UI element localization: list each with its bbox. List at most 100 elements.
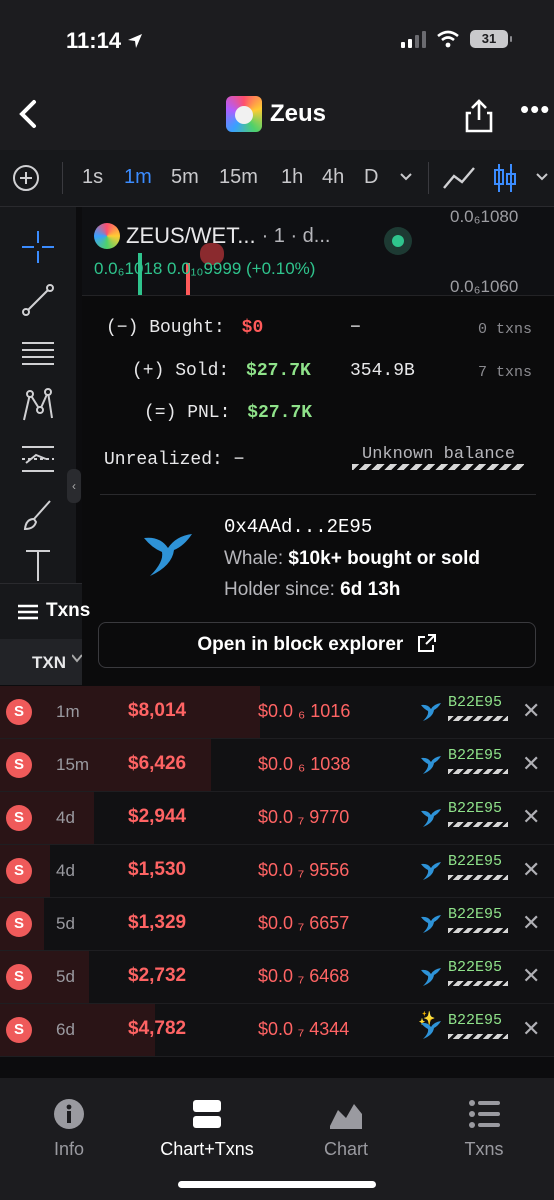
sell-badge: S bbox=[6, 805, 32, 831]
hide-row-button[interactable]: ✕ bbox=[522, 698, 540, 724]
prediction-icon[interactable] bbox=[20, 441, 56, 477]
list-icon bbox=[469, 1100, 500, 1128]
trendline-icon[interactable] bbox=[20, 282, 56, 318]
tx-age: 4d bbox=[56, 861, 75, 880]
line-chart-icon[interactable] bbox=[442, 164, 476, 192]
tx-price: $0.0 ₇ 4344 bbox=[258, 1019, 350, 1039]
area-chart-icon bbox=[330, 1104, 362, 1129]
tx-amount: $4,782 bbox=[128, 1018, 187, 1039]
hatched-underline bbox=[352, 464, 524, 470]
tx-price: $0.0 ₇ 9556 bbox=[258, 860, 350, 880]
hide-row-button[interactable]: ✕ bbox=[522, 910, 540, 936]
hide-row-button[interactable]: ✕ bbox=[522, 963, 540, 989]
chevron-down-icon[interactable] bbox=[534, 170, 550, 184]
column-header-txn[interactable]: TXN bbox=[0, 639, 82, 685]
tab-timeframe-5m[interactable]: 5m bbox=[171, 166, 199, 189]
tab-timeframe-1h[interactable]: 1h bbox=[281, 166, 303, 189]
signal-icon bbox=[401, 30, 426, 48]
collapse-toolbar-handle[interactable]: ‹ bbox=[67, 469, 81, 503]
fib-lines-icon[interactable] bbox=[20, 335, 56, 371]
pair-name: ZEUS/WET... bbox=[126, 223, 256, 248]
table-row[interactable]: S 5d $1,329 $0.0 ₇ 6657 B22E95 ✕ bbox=[0, 898, 554, 951]
table-row[interactable]: S 1m $8,014 $0.0 ₆ 1016 B22E95 ✕ bbox=[0, 686, 554, 739]
sell-badge: S bbox=[6, 699, 32, 725]
hide-row-button[interactable]: ✕ bbox=[522, 1016, 540, 1042]
unknown-balance[interactable]: Unknown balance bbox=[362, 445, 515, 464]
whale-icon bbox=[421, 1021, 441, 1039]
tab-chart[interactable]: Chart bbox=[286, 1098, 406, 1160]
whale-icon bbox=[421, 968, 441, 986]
maker-link[interactable]: B22E95 bbox=[448, 747, 509, 774]
add-indicator-icon[interactable] bbox=[12, 164, 40, 192]
table-row[interactable]: S 4d $2,944 $0.0 ₇ 9770 B22E95 ✕ bbox=[0, 792, 554, 845]
maker-link[interactable]: B22E95 bbox=[448, 853, 509, 880]
token-header: Zeus ••• bbox=[0, 84, 554, 150]
tab-txns[interactable]: Txns bbox=[424, 1098, 544, 1160]
whale-icon bbox=[144, 534, 192, 576]
tx-amount: $1,329 bbox=[128, 912, 187, 933]
sold-label: (+) Sold: bbox=[132, 361, 230, 381]
table-row[interactable]: S 4d $1,530 $0.0 ₇ 9556 B22E95 ✕ bbox=[0, 845, 554, 898]
bought-txns: 0 txns bbox=[478, 321, 533, 338]
maker-link[interactable]: B22E95 bbox=[448, 906, 509, 933]
table-row[interactable]: S 6d $4,782 $0.0 ₇ 4344 ✨ B22E95 ✕ bbox=[0, 1004, 554, 1057]
pair-meta: · 1 · d... bbox=[261, 224, 331, 247]
list-icon bbox=[18, 604, 38, 620]
pattern-icon[interactable] bbox=[20, 388, 56, 424]
tab-timeframe-1s[interactable]: 1s bbox=[82, 166, 103, 189]
tab-timeframe-1m[interactable]: 1m bbox=[124, 166, 152, 189]
home-indicator[interactable] bbox=[178, 1181, 376, 1188]
txns-panel-header: Txns bbox=[0, 583, 90, 640]
price-axis-label: 0.0₆1060 bbox=[450, 277, 519, 296]
tx-age: 15m bbox=[56, 755, 90, 774]
token-avatar bbox=[94, 223, 120, 249]
wifi-icon bbox=[437, 30, 459, 48]
text-tool-icon[interactable] bbox=[20, 547, 56, 583]
hide-row-button[interactable]: ✕ bbox=[522, 751, 540, 777]
filter-icon bbox=[72, 654, 82, 663]
txns-panel-title[interactable]: Txns bbox=[46, 600, 90, 622]
sell-badge: S bbox=[6, 858, 32, 884]
status-time: 11:14 bbox=[66, 28, 143, 54]
location-icon bbox=[128, 34, 143, 48]
tx-amount: $2,944 bbox=[128, 806, 187, 827]
sold-txns: 7 txns bbox=[478, 364, 533, 381]
candlestick-icon[interactable] bbox=[492, 162, 518, 194]
timeframe-toolbar: 1s 1m 5m 15m 1h 4h D bbox=[0, 150, 554, 207]
maker-link[interactable]: B22E95 bbox=[448, 959, 509, 986]
sell-badge: S bbox=[6, 964, 32, 990]
price-axis-label: 0.0₆1080 bbox=[450, 207, 519, 226]
holder-since-info: Holder since: 6d 13h bbox=[224, 579, 401, 600]
price-chart[interactable]: ZEUS/WET... · 1 · d... 0.0₆1018 0.0₁₀999… bbox=[82, 207, 554, 296]
tab-info[interactable]: Info bbox=[9, 1098, 129, 1160]
hide-row-button[interactable]: ✕ bbox=[522, 804, 540, 830]
battery-icon: 31 bbox=[470, 30, 512, 48]
crosshair-icon[interactable] bbox=[20, 229, 56, 265]
chevron-down-icon[interactable] bbox=[398, 164, 414, 190]
table-row[interactable]: S 15m $6,426 $0.0 ₆ 1038 B22E95 ✕ bbox=[0, 739, 554, 792]
open-block-explorer-button[interactable]: Open in block explorer bbox=[98, 622, 536, 668]
maker-summary-popup: (−) Bought: $0 − 0 txns (+) Sold: $27.7K… bbox=[82, 295, 554, 686]
tab-timeframe-15m[interactable]: 15m bbox=[219, 166, 258, 189]
tx-age: 6d bbox=[56, 1020, 75, 1039]
brush-icon[interactable] bbox=[20, 497, 56, 533]
sell-badge: S bbox=[6, 752, 32, 778]
maker-link[interactable]: B22E95 bbox=[448, 1012, 509, 1039]
share-icon[interactable] bbox=[462, 98, 496, 134]
table-row[interactable]: S 5d $2,732 $0.0 ₇ 6468 B22E95 ✕ bbox=[0, 951, 554, 1004]
hide-row-button[interactable]: ✕ bbox=[522, 857, 540, 883]
whale-icon bbox=[421, 703, 441, 721]
page-title: Zeus bbox=[270, 100, 327, 127]
pnl-value: $27.7K bbox=[247, 403, 313, 423]
tab-timeframe-d[interactable]: D bbox=[364, 166, 378, 189]
whale-icon bbox=[421, 809, 441, 827]
maker-link[interactable]: B22E95 bbox=[448, 694, 509, 721]
more-options-icon[interactable]: ••• bbox=[520, 94, 550, 125]
maker-link[interactable]: B22E95 bbox=[448, 800, 509, 827]
sold-qty: 354.9B bbox=[350, 361, 415, 381]
tx-price: $0.0 ₇ 9770 bbox=[258, 807, 350, 827]
tab-chart-txns[interactable]: Chart+Txns bbox=[147, 1098, 267, 1160]
back-chevron-icon[interactable] bbox=[14, 96, 44, 132]
sell-badge: S bbox=[6, 911, 32, 937]
tab-timeframe-4h[interactable]: 4h bbox=[322, 166, 344, 189]
